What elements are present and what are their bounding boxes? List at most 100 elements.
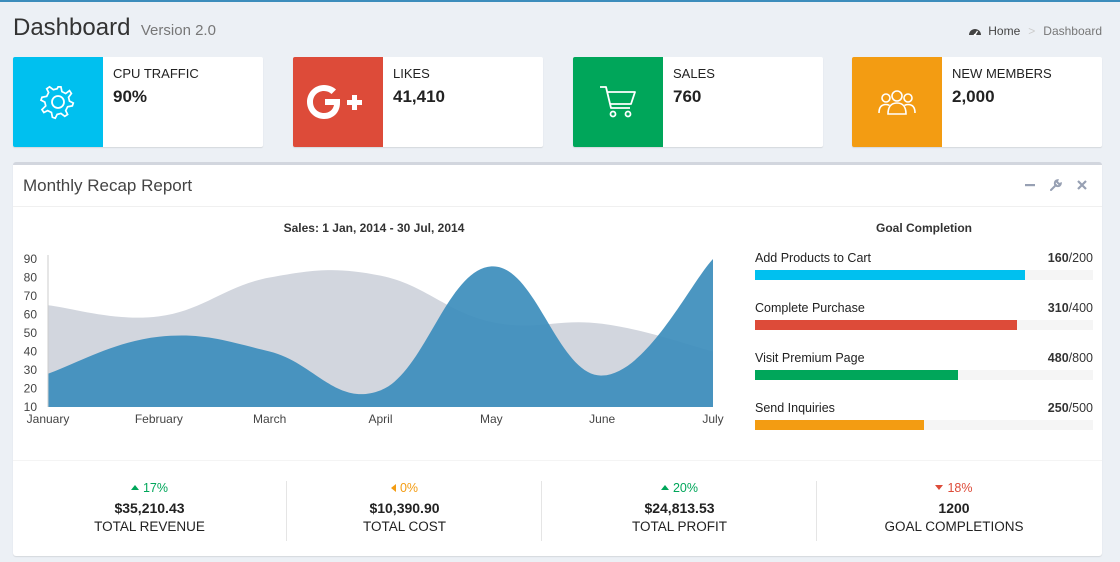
progress-current: 160 [1047, 251, 1069, 265]
description-block-revenue: 17% $35,210.43 TOTAL REVENUE [13, 481, 287, 541]
description-block-goal-completions: 18% 1200 GOAL COMPLETIONS [817, 481, 1091, 541]
description-percentage: 17% [13, 481, 286, 497]
progress-track [755, 370, 1093, 380]
box-footer: 17% $35,210.43 TOTAL REVENUE 0% $10,390.… [13, 460, 1102, 559]
info-box-label: NEW MEMBERS [952, 66, 1052, 81]
sales-area-chart: 102030405060708090January February March Ap… [24, 252, 724, 426]
x-tick-label: April [368, 412, 392, 426]
top-border [0, 0, 1120, 2]
dashboard-icon [969, 29, 982, 37]
info-box-label: LIKES [393, 66, 430, 81]
breadcrumb-separator: > [1028, 24, 1036, 38]
description-label: TOTAL PROFIT [631, 519, 727, 534]
info-icon-bg [852, 57, 942, 147]
box-title: Monthly Recap Report [23, 176, 193, 195]
description-block-profit: 20% $24,813.53 TOTAL PROFIT [543, 481, 817, 541]
sales-chart: 10 20 30 40 50 60 70 80 90 January February March Ap… [13, 245, 735, 427]
progress-number: 160/200 [1048, 251, 1093, 265]
info-box-value: 2,000 [952, 87, 995, 106]
close-icon[interactable] [1076, 179, 1088, 191]
progress-bar-fill [755, 270, 1026, 280]
info-box-value: 760 [673, 87, 702, 106]
progress-total: /200 [1068, 251, 1093, 265]
progress-group-send-inquiries: Send Inquiries 250/500 [755, 401, 1093, 441]
info-box-label: CPU TRAFFIC [113, 66, 199, 81]
caret-left-icon [390, 483, 396, 492]
progress-current: 310 [1047, 301, 1069, 315]
progress-total: /500 [1068, 401, 1093, 415]
y-tick-label: 30 [24, 363, 38, 377]
wrench-icon[interactable] [1050, 179, 1062, 191]
x-tick-label: July [702, 412, 723, 426]
info-box-value: 90% [113, 87, 148, 106]
monthly-recap-box: Monthly Recap Report Sales: 1 Jan, 2014 … [13, 162, 1102, 556]
progress-bar-fill [755, 370, 958, 380]
description-amount: $24,813.53 [644, 500, 715, 516]
x-tick-label: June [589, 412, 615, 426]
y-tick-label: 40 [24, 345, 38, 359]
info-box-likes: LIKES 41,410 [293, 57, 543, 147]
percentage-value: 17% [142, 481, 169, 495]
y-tick-label: 80 [24, 271, 38, 285]
info-icon-bg [13, 57, 103, 147]
progress-label: Add Products to Cart [755, 251, 872, 265]
info-icon-bg [573, 57, 663, 147]
percentage-value: 0% [399, 481, 419, 495]
percentage-value: 20% [672, 481, 699, 495]
page-title: Dashboard [13, 14, 131, 41]
y-tick-label: 50 [24, 326, 38, 340]
caret-down-icon [935, 485, 944, 491]
y-tick-label: 20 [24, 382, 38, 396]
progress-bar-fill [755, 420, 924, 430]
description-percentage: 18% [817, 481, 1091, 497]
gear-icon [40, 85, 75, 120]
users-icon [878, 90, 916, 115]
progress-label: Send Inquiries [755, 401, 835, 415]
chart-title: Sales: 1 Jan, 2014 - 30 Jul, 2014 [283, 221, 465, 235]
progress-group-visit-premium: Visit Premium Page 480/800 [755, 351, 1093, 391]
info-box-new-members: NEW MEMBERS 2,000 [852, 57, 1102, 147]
box-header: Monthly Recap Report [13, 165, 1102, 207]
page-subtitle: Version 2.0 [140, 22, 216, 39]
progress-total: /800 [1068, 351, 1093, 365]
breadcrumb: Home > Dashboard [968, 24, 1102, 38]
info-icon-bg [293, 57, 383, 147]
y-tick-label: 60 [24, 308, 38, 322]
x-tick-label: May [480, 412, 503, 426]
progress-track [755, 420, 1093, 430]
info-box-value: 41,410 [393, 87, 445, 106]
goal-title: Goal Completion [876, 221, 972, 235]
progress-track [755, 320, 1093, 330]
google-plus-icon [307, 85, 362, 119]
description-label: GOAL COMPLETIONS [884, 519, 1024, 534]
progress-current: 480 [1047, 351, 1069, 365]
x-tick-label: February [135, 412, 183, 426]
progress-total: /400 [1068, 301, 1093, 315]
x-tick-label: January [27, 412, 70, 426]
progress-bar-fill [755, 320, 1017, 330]
caret-up-icon [130, 485, 139, 491]
shopping-cart-icon [600, 86, 636, 118]
minus-icon[interactable] [1024, 179, 1036, 191]
progress-label: Complete Purchase [755, 301, 865, 315]
description-amount: $10,390.90 [369, 500, 440, 516]
x-tick-label: March [253, 412, 286, 426]
info-box-sales: SALES 760 [573, 57, 823, 147]
breadcrumb-current: Dashboard [1043, 24, 1102, 38]
progress-number: 310/400 [1048, 301, 1093, 315]
description-label: TOTAL REVENUE [94, 519, 205, 534]
breadcrumb-home-link[interactable]: Home [988, 24, 1020, 38]
progress-group-complete-purchase: Complete Purchase 310/400 [755, 301, 1093, 341]
caret-up-icon [660, 485, 669, 491]
info-box-label: SALES [673, 66, 715, 81]
progress-track [755, 270, 1093, 280]
y-tick-label: 90 [24, 252, 38, 266]
progress-group-add-products: Add Products to Cart 160/200 [755, 251, 1093, 291]
percentage-value: 18% [947, 481, 973, 495]
progress-number: 250/500 [1048, 401, 1093, 415]
description-amount: 1200 [938, 500, 970, 516]
progress-current: 250 [1047, 401, 1069, 415]
content-header: Dashboard Version 2.0 Home > Dashboard [13, 14, 1102, 46]
y-tick-label: 70 [24, 289, 38, 303]
description-label: TOTAL COST [362, 519, 446, 534]
